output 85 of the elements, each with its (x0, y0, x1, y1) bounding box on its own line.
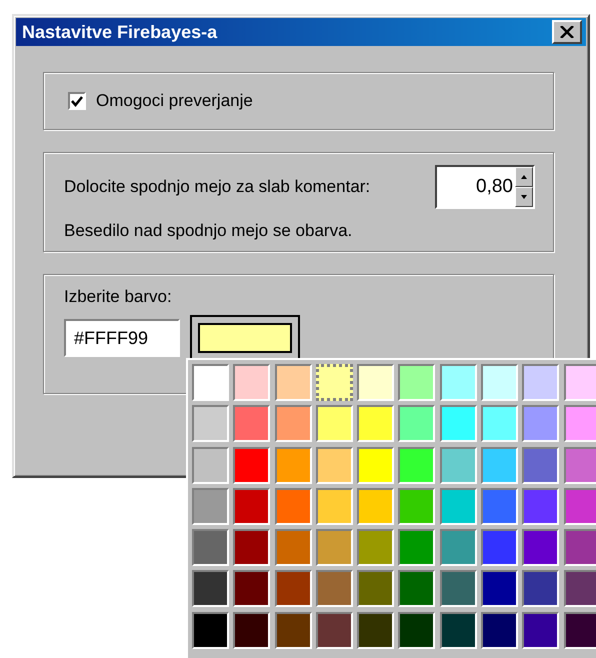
color-cell[interactable] (398, 364, 436, 401)
color-cell[interactable] (481, 405, 518, 442)
spin-field[interactable]: 0,80 (435, 165, 535, 209)
color-cell[interactable] (522, 488, 560, 525)
color-cell[interactable] (481, 488, 518, 525)
color-cell[interactable] (522, 612, 560, 649)
color-cell[interactable] (233, 570, 270, 608)
checkbox-label: Omogoci preverjanje (96, 91, 253, 111)
color-cell[interactable] (192, 405, 229, 442)
threshold-note: Besedilo nad spodnjo mejo se obarva. (64, 221, 354, 241)
color-cell[interactable] (440, 570, 477, 608)
color-cell[interactable] (357, 405, 394, 442)
spin-up-button[interactable] (515, 167, 533, 187)
color-cell[interactable] (398, 529, 436, 566)
color-cell[interactable] (274, 612, 312, 649)
color-cell[interactable] (522, 405, 560, 442)
color-cell[interactable] (357, 488, 394, 525)
color-cell[interactable] (398, 446, 436, 484)
color-cell[interactable] (564, 364, 596, 401)
checkbox[interactable] (68, 92, 86, 110)
color-cell[interactable] (233, 488, 270, 525)
down-arrow-icon (521, 195, 527, 199)
color-cell[interactable] (440, 405, 477, 442)
color-cell[interactable] (398, 405, 436, 442)
color-cell[interactable] (233, 529, 270, 566)
color-cell[interactable] (522, 570, 560, 608)
color-cell[interactable] (274, 570, 312, 608)
color-cell[interactable] (357, 364, 394, 401)
color-cell[interactable] (274, 405, 312, 442)
threshold-label: Dolocite spodnjo mejo za slab komentar: (64, 177, 370, 197)
color-cell[interactable] (357, 612, 394, 649)
color-cell[interactable] (233, 364, 270, 401)
color-cell[interactable] (481, 570, 518, 608)
color-cell[interactable] (316, 612, 353, 649)
color-cell[interactable] (192, 612, 229, 649)
color-cell[interactable] (440, 446, 477, 484)
color-cell[interactable] (357, 446, 394, 484)
color-cell[interactable] (564, 529, 596, 566)
color-cell[interactable] (522, 446, 560, 484)
color-cell[interactable] (481, 364, 518, 401)
color-cell[interactable] (192, 570, 229, 608)
color-cell[interactable] (440, 488, 477, 525)
color-cell[interactable] (564, 446, 596, 484)
color-cell[interactable] (522, 529, 560, 566)
color-cell[interactable] (398, 570, 436, 608)
window-title: Nastavitve Firebayes-a (22, 22, 218, 42)
color-cell[interactable] (564, 405, 596, 442)
color-swatch-button[interactable] (190, 315, 300, 361)
color-cell[interactable] (440, 612, 477, 649)
color-cell[interactable] (274, 446, 312, 484)
color-cell[interactable] (274, 529, 312, 566)
color-cell[interactable] (316, 405, 353, 442)
close-button[interactable] (552, 20, 582, 44)
close-icon (560, 26, 574, 38)
color-cell[interactable] (481, 529, 518, 566)
color-cell[interactable] (233, 612, 270, 649)
color-label: Izberite barvo: (64, 287, 172, 306)
spin-down-button[interactable] (515, 187, 533, 207)
color-cell[interactable] (316, 364, 353, 401)
color-cell[interactable] (481, 446, 518, 484)
color-cell[interactable] (357, 570, 394, 608)
color-cell[interactable] (316, 529, 353, 566)
color-cell[interactable] (274, 364, 312, 401)
color-cell[interactable] (233, 405, 270, 442)
color-cell[interactable] (357, 529, 394, 566)
color-cell[interactable] (564, 488, 596, 525)
color-cell[interactable] (398, 612, 436, 649)
color-cell[interactable] (233, 446, 270, 484)
color-cell[interactable] (274, 488, 312, 525)
color-cell[interactable] (564, 612, 596, 649)
color-cell[interactable] (316, 446, 353, 484)
color-code-field[interactable]: #FFFF99 (64, 319, 180, 357)
color-cell[interactable] (192, 488, 229, 525)
color-cell[interactable] (192, 364, 229, 401)
color-cell[interactable] (398, 488, 436, 525)
color-cell[interactable] (440, 364, 477, 401)
up-arrow-icon (521, 175, 527, 179)
color-cell[interactable] (522, 364, 560, 401)
color-cell[interactable] (440, 529, 477, 566)
color-cell[interactable] (316, 488, 353, 525)
color-cell[interactable] (192, 446, 229, 484)
color-cell[interactable] (564, 570, 596, 608)
color-cell[interactable] (481, 612, 518, 649)
color-cell[interactable] (192, 529, 229, 566)
color-cell[interactable] (316, 570, 353, 608)
